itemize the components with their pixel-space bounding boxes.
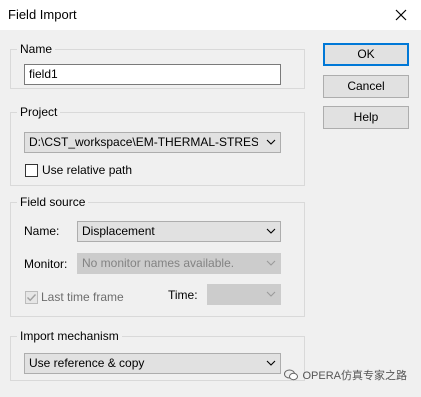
monitor-select: No monitor names available. xyxy=(77,253,281,274)
project-group: Project D:\CST_workspace\EM-THERMAL-STRE… xyxy=(10,104,305,186)
close-icon[interactable] xyxy=(389,3,413,27)
monitor-value: No monitor names available. xyxy=(82,256,235,270)
project-group-legend: Project xyxy=(17,104,61,120)
window-title: Field Import xyxy=(8,7,77,22)
import-mechanism-group: Import mechanism Use reference & copy xyxy=(10,328,305,381)
dialog-body: Name field1 Project D:\CST_workspace\EM-… xyxy=(0,30,421,397)
chevron-down-icon xyxy=(266,291,276,297)
name-group: Name field1 xyxy=(10,41,305,89)
import-mechanism-legend: Import mechanism xyxy=(17,328,122,344)
title-bar: Field Import xyxy=(0,0,421,30)
ok-button[interactable]: OK xyxy=(323,43,409,66)
project-path-select[interactable]: D:\CST_workspace\EM-THERMAL-STRESS. xyxy=(24,132,281,153)
help-button[interactable]: Help xyxy=(323,106,409,129)
last-time-frame-checkbox xyxy=(25,291,38,304)
name-group-legend: Name xyxy=(17,41,56,57)
use-relative-path-checkbox[interactable] xyxy=(25,164,38,177)
wechat-icon xyxy=(284,369,299,381)
import-mechanism-select[interactable]: Use reference & copy xyxy=(24,353,281,374)
field-source-group: Field source Name: Displacement Monitor:… xyxy=(10,194,305,317)
project-path-value: D:\CST_workspace\EM-THERMAL-STRESS. xyxy=(29,135,258,149)
chevron-down-icon xyxy=(266,139,276,145)
watermark: OPERA仿真专家之路 xyxy=(284,367,407,383)
source-name-select[interactable]: Displacement xyxy=(77,221,281,242)
name-input[interactable]: field1 xyxy=(24,64,281,85)
use-relative-path-label: Use relative path xyxy=(42,163,133,177)
chevron-down-icon xyxy=(266,260,276,266)
time-label: Time: xyxy=(168,288,198,302)
chevron-down-icon xyxy=(266,228,276,234)
last-time-frame-label: Last time frame xyxy=(41,290,124,304)
source-name-label: Name: xyxy=(24,224,60,238)
import-mechanism-value: Use reference & copy xyxy=(29,356,145,370)
chevron-down-icon xyxy=(266,360,276,366)
monitor-label: Monitor: xyxy=(24,257,68,271)
field-source-legend: Field source xyxy=(17,194,89,210)
time-select xyxy=(207,284,281,305)
source-name-value: Displacement xyxy=(82,224,155,238)
cancel-button[interactable]: Cancel xyxy=(323,75,409,98)
checkmark-icon xyxy=(27,294,37,302)
watermark-text: OPERA仿真专家之路 xyxy=(302,370,407,382)
